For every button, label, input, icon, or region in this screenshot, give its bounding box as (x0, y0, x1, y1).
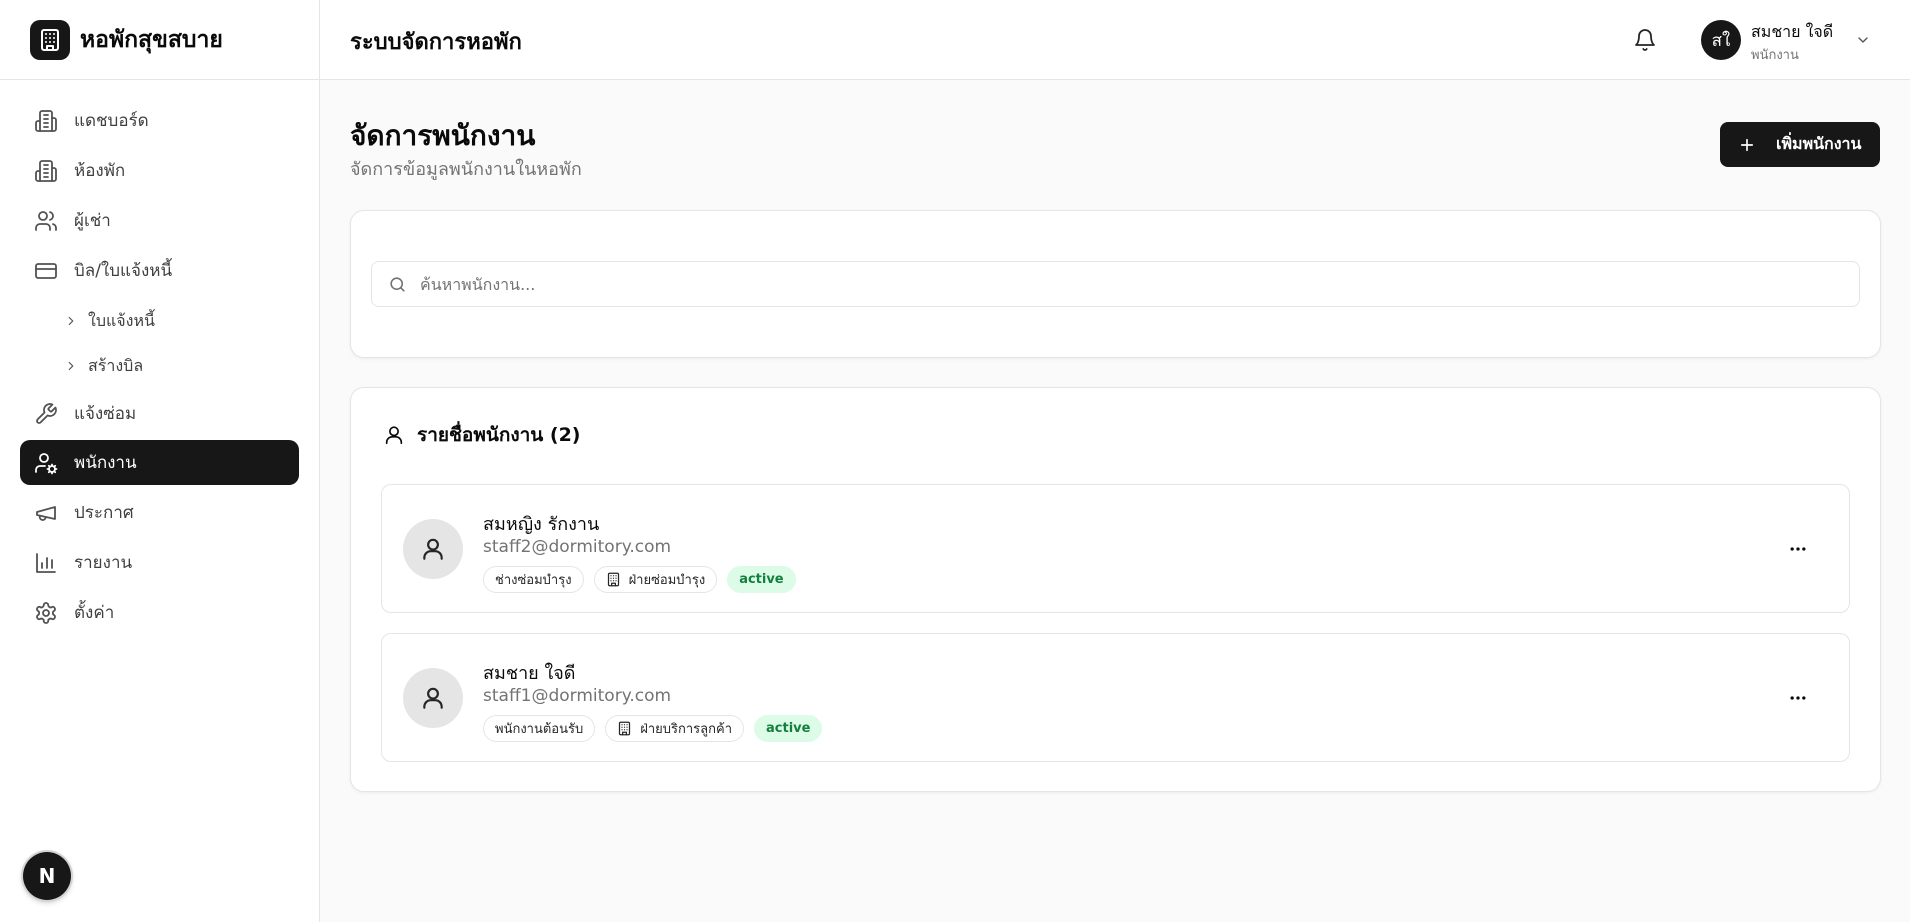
avatar (403, 519, 463, 579)
department-label: ฝ่ายซ่อมบำรุง (628, 573, 706, 588)
search-icon (390, 277, 405, 292)
bar-chart-icon (36, 552, 56, 573)
staff-tags: ช่างซ่อมบำรุง ฝ่ายซ่อมบำรุง active (483, 566, 796, 593)
staff-list-title: รายชื่อพนักงาน (2) (417, 424, 581, 446)
staff-email: staff2@dormitory.com (483, 537, 672, 557)
more-actions-button[interactable] (1784, 684, 1812, 712)
sidebar-item-label: บิล/ใบแจ้งหนี้ (74, 261, 173, 281)
search-input[interactable] (420, 262, 1840, 306)
position-badge: พนักงานต้อนรับ (483, 715, 596, 742)
users-icon (35, 210, 57, 231)
avatar[interactable]: สใ (1701, 20, 1741, 60)
department-badge: ฝ่ายบริการลูกค้า (605, 715, 744, 742)
chevron-right-icon (68, 316, 74, 326)
building-icon (607, 572, 619, 587)
department-label: ฝ่ายบริการลูกค้า (640, 722, 732, 737)
staff-name: สมหญิง รักงาน (483, 514, 600, 535)
staff-row[interactable]: สมหญิง รักงาน staff2@dormitory.com ช่างซ… (381, 484, 1850, 613)
sidebar-item-staff[interactable]: พนักงาน (20, 440, 299, 485)
credit-card-icon (35, 262, 57, 279)
sidebar-item-maintenance[interactable]: แจ้งซ่อม (20, 391, 299, 436)
avatar (403, 668, 463, 728)
sidebar-item-billing[interactable]: บิล/ใบแจ้งหนี้ (20, 248, 299, 293)
sidebar-item-label: แจ้งซ่อม (74, 404, 137, 424)
search-box[interactable] (371, 261, 1860, 307)
chevron-right-icon (68, 361, 74, 371)
staff-list-header: รายชื่อพนักงาน (2) (383, 420, 580, 450)
sidebar-item-dashboard[interactable]: แดชบอร์ด (20, 98, 299, 143)
building-icon (35, 109, 57, 132)
add-staff-label: เพิ่มพนักงาน (1776, 134, 1862, 153)
building-icon (619, 721, 631, 736)
chevron-down-icon[interactable] (1855, 32, 1871, 48)
sidebar: หอพักสุขสบาย แดชบอร์ด ห้องพัก ผู้เช่า บิ… (0, 0, 320, 922)
bell-icon[interactable] (1633, 28, 1657, 52)
user-icon (423, 687, 443, 709)
user-role: พนักงาน (1751, 48, 1799, 63)
staff-email: staff1@dormitory.com (483, 686, 672, 706)
brand-title: หอพักสุขสบาย (80, 26, 223, 53)
dev-tools-badge[interactable]: N (23, 852, 71, 900)
megaphone-icon (36, 505, 56, 521)
user-name[interactable]: สมชาย ใจดี (1751, 20, 1833, 45)
sidebar-item-reports[interactable]: รายงาน (20, 540, 299, 585)
sidebar-subitem-invoices[interactable]: ใบแจ้งหนี้ (64, 304, 155, 338)
more-horizontal-icon (1790, 547, 1806, 551)
search-card (350, 210, 1881, 358)
app-title: ระบบจัดการหอพัก (350, 30, 522, 55)
sidebar-item-label: พนักงาน (74, 453, 137, 473)
sidebar-subitem-label: ใบแจ้งหนี้ (88, 310, 155, 330)
page-title: จัดการพนักงาน (350, 119, 536, 152)
sidebar-item-label: รายงาน (74, 553, 133, 573)
status-badge: active (754, 715, 823, 742)
building-icon (35, 159, 57, 182)
position-badge: ช่างซ่อมบำรุง (483, 566, 584, 593)
more-actions-button[interactable] (1784, 535, 1812, 563)
staff-list-card: รายชื่อพนักงาน (2) สมหญิง รักงาน staff2@… (350, 387, 1881, 792)
user-cog-icon (35, 452, 58, 474)
sidebar-item-settings[interactable]: ตั้งค่า (20, 590, 299, 635)
sidebar-subitem-label: สร้างบิล (88, 355, 144, 375)
sidebar-item-label: แดชบอร์ด (74, 111, 149, 131)
sidebar-item-tenants[interactable]: ผู้เช่า (20, 198, 299, 243)
sidebar-item-label: ตั้งค่า (74, 603, 115, 623)
staff-row[interactable]: สมชาย ใจดี staff1@dormitory.com พนักงานต… (381, 633, 1850, 762)
sidebar-subitem-create-bill[interactable]: สร้างบิล (64, 349, 143, 383)
department-badge: ฝ่ายซ่อมบำรุง (593, 566, 718, 593)
staff-name: สมชาย ใจดี (483, 663, 576, 684)
building-icon (30, 19, 70, 60)
wrench-icon (36, 402, 57, 424)
brand[interactable]: หอพักสุขสบาย (0, 0, 319, 80)
add-staff-button[interactable]: เพิ่มพนักงาน (1720, 122, 1880, 167)
status-badge: active (727, 566, 796, 593)
sidebar-item-label: ห้องพัก (74, 161, 126, 181)
more-horizontal-icon (1790, 696, 1806, 700)
staff-tags: พนักงานต้อนรับ ฝ่ายบริการลูกค้า active (483, 715, 823, 742)
sidebar-item-announcements[interactable]: ประกาศ (20, 490, 299, 535)
user-icon (423, 538, 443, 560)
page-subtitle: จัดการข้อมูลพนักงานในหอพัก (350, 159, 582, 180)
gear-icon (36, 601, 56, 624)
sidebar-item-rooms[interactable]: ห้องพัก (20, 148, 299, 193)
sidebar-item-label: ผู้เช่า (74, 211, 111, 231)
topbar: ระบบจัดการหอพัก สใ สมชาย ใจดี พนักงาน (320, 0, 1910, 80)
user-icon (385, 426, 403, 445)
plus-icon (1740, 138, 1754, 151)
sidebar-item-label: ประกาศ (74, 503, 134, 523)
